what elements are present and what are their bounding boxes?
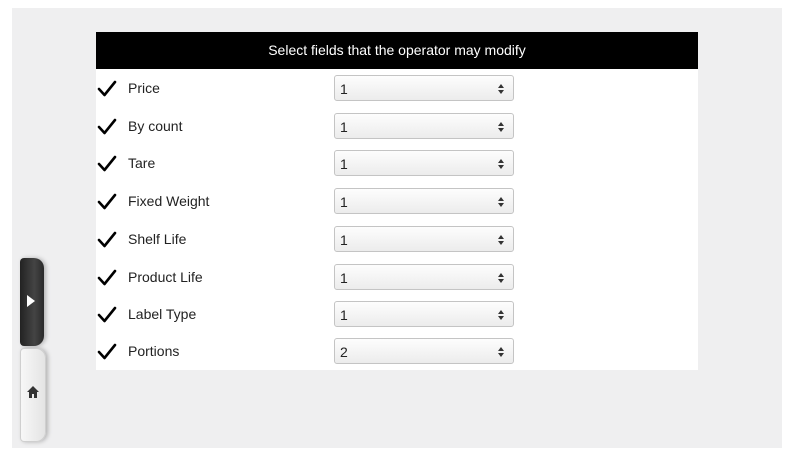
field-permissions-panel: Select fields that the operator may modi… — [96, 32, 698, 370]
panel-header: Select fields that the operator may modi… — [96, 32, 698, 69]
product-life-select-value: 1 — [340, 270, 348, 286]
field-row-price: Price 1 — [96, 69, 698, 107]
tare-label: Tare — [128, 155, 156, 171]
price-select[interactable]: 1 — [334, 75, 514, 101]
tare-checkbox[interactable] — [96, 153, 118, 175]
checkmark-icon — [96, 153, 118, 175]
updown-arrows-icon — [497, 120, 505, 132]
shelf-life-select-value: 1 — [340, 232, 348, 248]
updown-arrows-icon — [497, 345, 505, 357]
shelf-life-select[interactable]: 1 — [334, 226, 514, 252]
fixed-weight-checkbox[interactable] — [96, 191, 118, 213]
checkmark-icon — [96, 78, 118, 100]
updown-arrows-icon — [497, 233, 505, 245]
checkmark-icon — [96, 267, 118, 289]
checkmark-icon — [96, 229, 118, 251]
field-row-label-type: Label Type 1 — [96, 295, 698, 333]
play-arrow-icon — [26, 294, 36, 313]
fixed-weight-select[interactable]: 1 — [334, 188, 514, 214]
label-type-select[interactable]: 1 — [334, 301, 514, 327]
updown-arrows-icon — [497, 271, 505, 283]
label-type-label: Label Type — [128, 306, 197, 322]
price-select-value: 1 — [340, 81, 348, 97]
checkmark-icon — [96, 116, 118, 138]
expand-side-tab[interactable] — [20, 258, 44, 346]
fixed-weight-label: Fixed Weight — [128, 193, 210, 209]
by-count-checkbox[interactable] — [96, 116, 118, 138]
field-row-fixed-weight: Fixed Weight 1 — [96, 182, 698, 220]
updown-arrows-icon — [497, 82, 505, 94]
field-row-shelf-life: Shelf Life 1 — [96, 220, 698, 258]
field-row-by-count: By count 1 — [96, 107, 698, 145]
field-row-portions: Portions 2 — [96, 332, 698, 370]
fixed-weight-select-value: 1 — [340, 194, 348, 210]
updown-arrows-icon — [497, 157, 505, 169]
portions-select-value: 2 — [340, 344, 348, 360]
checkmark-icon — [96, 191, 118, 213]
by-count-select[interactable]: 1 — [334, 113, 514, 139]
portions-label: Portions — [128, 343, 180, 359]
price-checkbox[interactable] — [96, 78, 118, 100]
by-count-label: By count — [128, 118, 183, 134]
product-life-label: Product Life — [128, 269, 203, 285]
shelf-life-label: Shelf Life — [128, 231, 187, 247]
field-row-tare: Tare 1 — [96, 144, 698, 182]
price-label: Price — [128, 80, 160, 96]
shelf-life-checkbox[interactable] — [96, 229, 118, 251]
portions-select[interactable]: 2 — [334, 338, 514, 364]
label-type-select-value: 1 — [340, 307, 348, 323]
label-type-checkbox[interactable] — [96, 304, 118, 326]
home-icon — [26, 385, 40, 404]
product-life-checkbox[interactable] — [96, 267, 118, 289]
checkmark-icon — [96, 304, 118, 326]
tare-select-value: 1 — [340, 156, 348, 172]
product-life-select[interactable]: 1 — [334, 264, 514, 290]
by-count-select-value: 1 — [340, 119, 348, 135]
checkmark-icon — [96, 341, 118, 363]
tare-select[interactable]: 1 — [334, 150, 514, 176]
portions-checkbox[interactable] — [96, 341, 118, 363]
updown-arrows-icon — [497, 308, 505, 320]
field-row-product-life: Product Life 1 — [96, 258, 698, 296]
updown-arrows-icon — [497, 195, 505, 207]
home-side-tab[interactable] — [20, 348, 46, 442]
